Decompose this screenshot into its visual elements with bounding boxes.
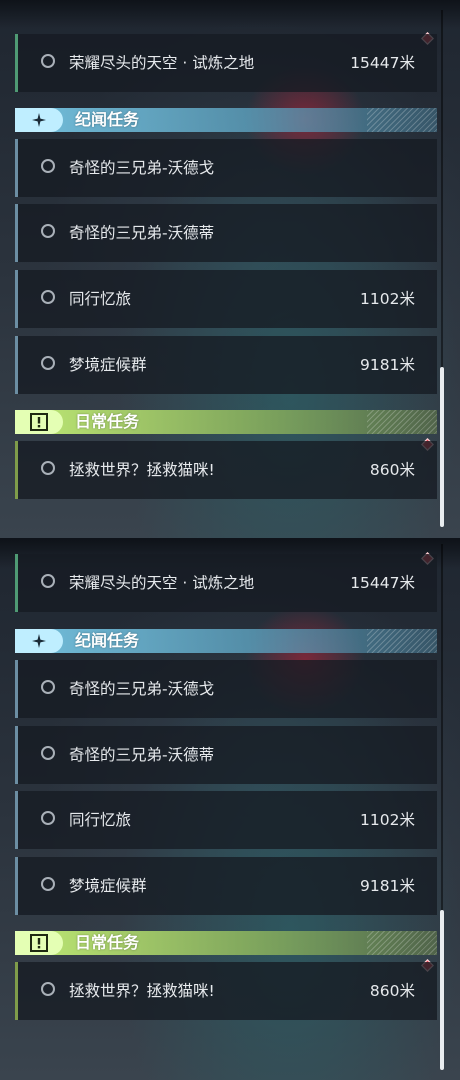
exclamation-box-icon <box>30 934 48 952</box>
quest-tracker-panel: 荣耀尽头的天空 · 试炼之地 15447米 纪闻任务 奇怪的三兄弟-沃德戈 奇怪… <box>0 540 460 1080</box>
exclamation-box-icon <box>30 413 48 431</box>
category-title: 日常任务 <box>75 412 140 431</box>
quest-distance: 9181米 <box>360 877 415 895</box>
quest-name: 奇怪的三兄弟-沃德戈 <box>69 680 215 698</box>
category-stripes <box>367 108 437 132</box>
quest-distance: 15447米 <box>350 54 415 72</box>
category-badge <box>15 108 63 132</box>
quest-track-circle-icon[interactable] <box>41 224 55 238</box>
quest-name: 拯救世界？拯救猫咪! <box>69 982 215 1000</box>
quest-track-circle-icon[interactable] <box>41 356 55 370</box>
quest-name: 同行忆旅 <box>69 290 132 308</box>
quest-name: 拯救世界？拯救猫咪! <box>69 461 215 479</box>
category-header-daily-quests[interactable]: 日常任务 <box>15 410 437 434</box>
quest-row-glory-sky[interactable]: 荣耀尽头的天空 · 试炼之地 15447米 <box>15 34 437 92</box>
quest-row[interactable]: 奇怪的三兄弟-沃德蒂 <box>15 204 437 262</box>
quest-track-circle-icon[interactable] <box>41 982 55 996</box>
top-fade <box>0 0 460 28</box>
quest-row[interactable]: 拯救世界？拯救猫咪! 860米 <box>15 962 437 1020</box>
quest-name: 同行忆旅 <box>69 811 132 829</box>
category-header-world-quests[interactable]: 纪闻任务 <box>15 108 437 132</box>
category-header-world-quests[interactable]: 纪闻任务 <box>15 629 437 653</box>
category-badge <box>15 931 63 955</box>
category-title: 纪闻任务 <box>75 110 140 129</box>
scrollbar-thumb[interactable] <box>440 367 444 527</box>
quest-tracker-panel: 荣耀尽头的天空 · 试炼之地 15447米 纪闻任务 奇怪的三兄弟-沃德戈 奇怪… <box>0 0 460 540</box>
category-stripes <box>367 410 437 434</box>
quest-distance: 9181米 <box>360 356 415 374</box>
quest-distance: 860米 <box>369 461 415 479</box>
category-title: 日常任务 <box>75 933 140 952</box>
quest-distance: 860米 <box>369 982 415 1000</box>
category-stripes <box>367 629 437 653</box>
sparkle-icon <box>32 113 46 127</box>
quest-name: 梦境症候群 <box>69 877 147 895</box>
category-title: 纪闻任务 <box>75 631 140 650</box>
quest-distance: 1102米 <box>360 811 415 829</box>
quest-row[interactable]: 拯救世界？拯救猫咪! 860米 <box>15 441 437 499</box>
quest-row[interactable]: 奇怪的三兄弟-沃德戈 <box>15 139 437 197</box>
quest-name: 梦境症候群 <box>69 356 147 374</box>
quest-track-circle-icon[interactable] <box>41 574 55 588</box>
quest-name: 奇怪的三兄弟-沃德蒂 <box>69 224 215 242</box>
quest-track-circle-icon[interactable] <box>41 54 55 68</box>
quest-row[interactable]: 梦境症候群 9181米 <box>15 857 437 915</box>
category-badge <box>15 410 63 434</box>
quest-row[interactable]: 梦境症候群 9181米 <box>15 336 437 394</box>
quest-track-circle-icon[interactable] <box>41 461 55 475</box>
quest-row[interactable]: 奇怪的三兄弟-沃德蒂 <box>15 726 437 784</box>
quest-track-circle-icon[interactable] <box>41 159 55 173</box>
quest-track-circle-icon[interactable] <box>41 811 55 825</box>
quest-distance: 15447米 <box>350 574 415 592</box>
quest-name: 荣耀尽头的天空 · 试炼之地 <box>69 574 255 592</box>
category-badge <box>15 629 63 653</box>
sparkle-icon <box>32 634 46 648</box>
quest-name: 奇怪的三兄弟-沃德戈 <box>69 159 215 177</box>
quest-distance: 1102米 <box>360 290 415 308</box>
quest-track-circle-icon[interactable] <box>41 680 55 694</box>
quest-row-glory-sky[interactable]: 荣耀尽头的天空 · 试炼之地 15447米 <box>15 554 437 612</box>
scrollbar-thumb[interactable] <box>440 910 444 1070</box>
category-stripes <box>367 931 437 955</box>
quest-row[interactable]: 同行忆旅 1102米 <box>15 791 437 849</box>
quest-track-circle-icon[interactable] <box>41 746 55 760</box>
category-header-daily-quests[interactable]: 日常任务 <box>15 931 437 955</box>
quest-row[interactable]: 奇怪的三兄弟-沃德戈 <box>15 660 437 718</box>
quest-track-circle-icon[interactable] <box>41 290 55 304</box>
quest-name: 奇怪的三兄弟-沃德蒂 <box>69 746 215 764</box>
quest-name: 荣耀尽头的天空 · 试炼之地 <box>69 54 255 72</box>
quest-track-circle-icon[interactable] <box>41 877 55 891</box>
quest-row[interactable]: 同行忆旅 1102米 <box>15 270 437 328</box>
